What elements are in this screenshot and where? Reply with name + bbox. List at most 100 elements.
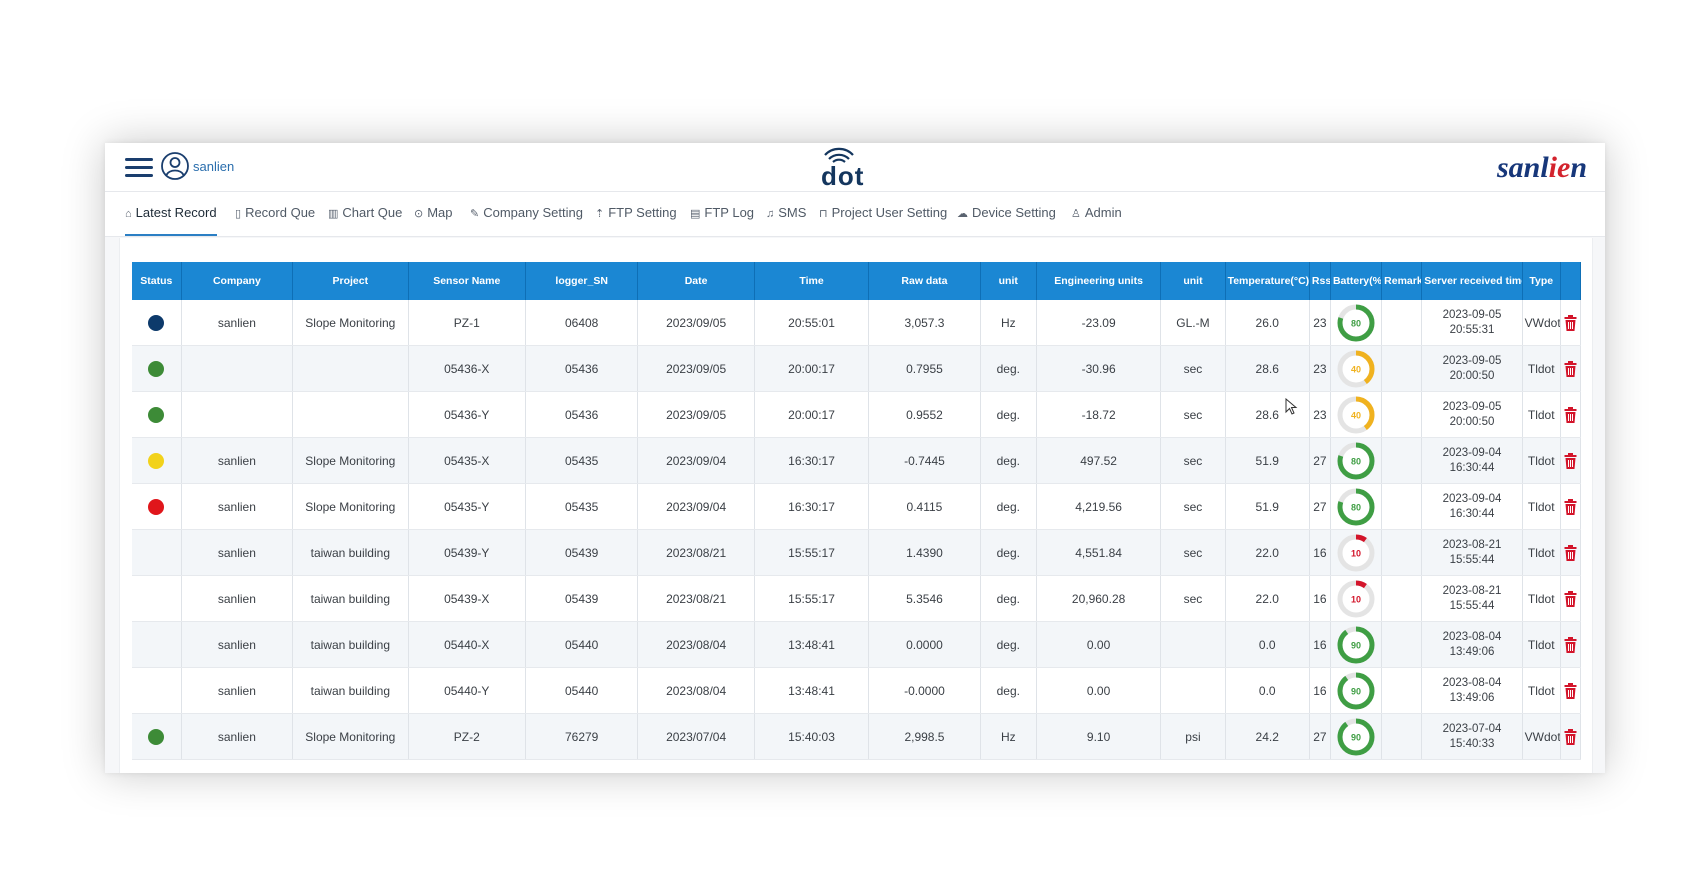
delete-cell[interactable] [1560, 575, 1582, 622]
delete-cell[interactable] [1560, 529, 1582, 576]
trash-icon[interactable] [1564, 682, 1577, 699]
table-row[interactable]: sanlien taiwan building 05439-X 05439 2023/0… [132, 575, 1582, 622]
trash-icon[interactable] [1564, 314, 1577, 331]
column-header[interactable]: unit [980, 262, 1037, 300]
trash-icon[interactable] [1564, 544, 1577, 561]
delete-cell[interactable] [1560, 437, 1582, 484]
unit-cell: deg. [980, 437, 1037, 484]
delete-cell[interactable] [1560, 391, 1582, 438]
engineering-units-cell: 4,219.56 [1036, 483, 1162, 530]
table-row[interactable]: 05436-Y 05436 2023/09/05 20:00:17 0.9552 deg.… [132, 391, 1582, 438]
tab-chart-que[interactable]: ▥ Chart Que [328, 192, 402, 234]
tab-label: Chart Que [342, 205, 403, 220]
tab-latest-record[interactable]: ⌂ Latest Record [125, 192, 217, 236]
status-cell [132, 345, 182, 392]
column-header[interactable] [1560, 262, 1582, 300]
column-header[interactable]: unit [1160, 262, 1226, 300]
menu-icon[interactable] [125, 158, 153, 178]
server-date: 2023-08-21 [1442, 538, 1502, 551]
table-row[interactable]: sanlien taiwan building 05440-Y 05440 2023/0… [132, 667, 1582, 714]
column-header[interactable]: Company [181, 262, 294, 300]
eng-unit-cell: sec [1160, 345, 1226, 392]
status-cell [132, 300, 182, 346]
tab-map[interactable]: ⊙ Map [414, 192, 453, 234]
delete-cell[interactable] [1560, 667, 1582, 714]
column-header[interactable]: Time [754, 262, 870, 300]
table-row[interactable]: sanlien Slope Monitoring PZ-1 06408 2023/09/… [132, 300, 1582, 346]
delete-cell[interactable] [1560, 483, 1582, 530]
type-cell: Tldot [1522, 391, 1561, 438]
column-header[interactable]: Type [1522, 262, 1561, 300]
raw-data-cell: 5.3546 [868, 575, 981, 622]
trash-icon[interactable] [1564, 636, 1577, 653]
table-body: sanlien Slope Monitoring PZ-1 06408 2023/09/… [132, 300, 1582, 760]
server-time: 20:00:50 [1449, 369, 1495, 382]
tab-ftp-setting[interactable]: ⇡ FTP Setting [595, 192, 677, 234]
type-cell: Tldot [1522, 621, 1561, 668]
battery-gauge: 40 [1337, 350, 1375, 387]
tab-sms[interactable]: ♫ SMS [766, 192, 806, 234]
trash-icon[interactable] [1564, 498, 1577, 515]
date-cell: 2023/08/04 [637, 621, 755, 668]
table-row[interactable]: 05436-X 05436 2023/09/05 20:00:17 0.7955 deg.… [132, 345, 1582, 392]
type-cell: Tldot [1522, 667, 1561, 714]
rssi-cell: 16 [1309, 529, 1331, 576]
column-header[interactable]: logger_SN [525, 262, 639, 300]
table-row[interactable]: sanlien taiwan building 05440-X 05440 2023/0… [132, 621, 1582, 668]
type-cell: VWdot [1522, 300, 1561, 346]
tab-device-setting[interactable]: ☁ Device Setting [957, 192, 1056, 234]
trash-icon[interactable] [1564, 452, 1577, 469]
tab-company-setting[interactable]: ✎ Company Setting [470, 192, 583, 234]
company-cell [181, 345, 294, 392]
time-cell: 15:55:17 [754, 529, 870, 576]
column-header[interactable]: Project [292, 262, 409, 300]
table-row[interactable]: sanlien Slope Monitoring PZ-2 76279 2023/07/… [132, 713, 1582, 760]
username-label[interactable]: sanlien [193, 159, 234, 174]
remark-cell [1381, 713, 1423, 760]
column-header[interactable]: Battery(%) [1330, 262, 1383, 300]
column-header[interactable]: Engineering units [1036, 262, 1162, 300]
trash-icon[interactable] [1564, 406, 1577, 423]
server-date: 2023-08-04 [1442, 630, 1502, 643]
battery-gauge: 90 [1337, 718, 1375, 755]
sensor-name-cell: 05435-Y [408, 483, 526, 530]
status-indicator [148, 728, 165, 745]
column-header[interactable]: Rssi [1309, 262, 1331, 300]
company-cell: sanlien [181, 300, 294, 346]
column-header[interactable]: Temperature(°C) [1225, 262, 1310, 300]
delete-cell[interactable] [1560, 300, 1582, 346]
lock-icon: ⊓ [819, 208, 828, 220]
delete-cell[interactable] [1560, 345, 1582, 392]
tab-project-user-setting[interactable]: ⊓ Project User Setting [819, 192, 947, 234]
column-header[interactable]: Raw data [868, 262, 981, 300]
unit-cell: deg. [980, 483, 1037, 530]
column-header[interactable]: Date [637, 262, 755, 300]
logger-sn-cell: 05435 [525, 483, 639, 530]
tab-label: SMS [778, 205, 807, 220]
column-header[interactable]: Sensor Name [408, 262, 526, 300]
sensor-name-cell: 05440-Y [408, 667, 526, 714]
status-cell [132, 667, 182, 714]
delete-cell[interactable] [1560, 713, 1582, 760]
column-header[interactable]: Remark [1381, 262, 1423, 300]
table-row[interactable]: sanlien Slope Monitoring 05435-Y 05435 2023/… [132, 483, 1582, 530]
tab-admin[interactable]: ♙ Admin [1071, 192, 1122, 234]
battery-cell: 80 [1330, 483, 1383, 530]
delete-cell[interactable] [1560, 621, 1582, 668]
trash-icon[interactable] [1564, 360, 1577, 377]
trash-icon[interactable] [1564, 728, 1577, 745]
table-row[interactable]: sanlien taiwan building 05439-Y 05439 2023/0… [132, 529, 1582, 576]
user-avatar-icon[interactable] [160, 151, 190, 181]
column-header[interactable]: Server received time [1421, 262, 1523, 300]
time-cell: 20:00:17 [754, 391, 870, 438]
column-header[interactable]: Status [132, 262, 182, 300]
map-pin-icon: ⊙ [414, 208, 424, 220]
trash-icon[interactable] [1564, 590, 1577, 607]
eng-unit-cell: sec [1160, 529, 1226, 576]
bell-icon: ♫ [766, 208, 775, 220]
tab-record-que[interactable]: ▯ Record Que [235, 192, 315, 234]
rssi-cell: 27 [1309, 713, 1331, 760]
brand-text: sanl [1496, 151, 1549, 184]
tab-ftp-log[interactable]: ▤ FTP Log [690, 192, 754, 234]
table-row[interactable]: sanlien Slope Monitoring 05435-X 05435 2023/… [132, 437, 1582, 484]
